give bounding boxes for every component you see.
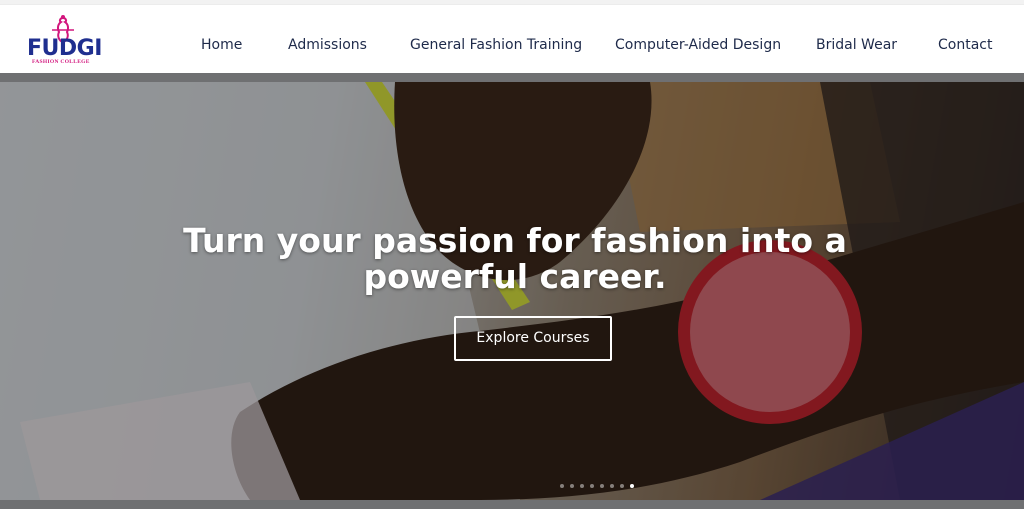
nav-admissions[interactable]: Admissions — [288, 37, 367, 53]
hero-top-bar — [0, 73, 1024, 82]
nav-contact[interactable]: Contact — [938, 37, 992, 53]
hero-title: Turn your passion for fashion into a pow… — [183, 221, 847, 296]
slider-dot[interactable] — [620, 484, 624, 488]
slider-dot[interactable] — [610, 484, 614, 488]
slider-dot[interactable] — [630, 484, 634, 488]
site-header: FUDGI FASHION COLLEGE Home Admissions Ge… — [0, 4, 1024, 73]
hero-bottom-bar — [0, 500, 1024, 509]
slider-dot[interactable] — [570, 484, 574, 488]
slider-dot[interactable] — [560, 484, 564, 488]
explore-courses-button[interactable]: Explore Courses — [454, 316, 612, 361]
nav-computer-aided-design[interactable]: Computer-Aided Design — [615, 37, 781, 53]
slider-dot[interactable] — [580, 484, 584, 488]
nav-bridal-wear[interactable]: Bridal Wear — [816, 37, 897, 53]
hero-slider: Turn your passion for fashion into a pow… — [0, 82, 1024, 500]
slider-dot[interactable] — [600, 484, 604, 488]
slider-dot[interactable] — [590, 484, 594, 488]
main-nav: Home Admissions General Fashion Training… — [0, 5, 1024, 74]
nav-general-fashion-training[interactable]: General Fashion Training — [410, 37, 582, 53]
nav-home[interactable]: Home — [201, 37, 242, 53]
